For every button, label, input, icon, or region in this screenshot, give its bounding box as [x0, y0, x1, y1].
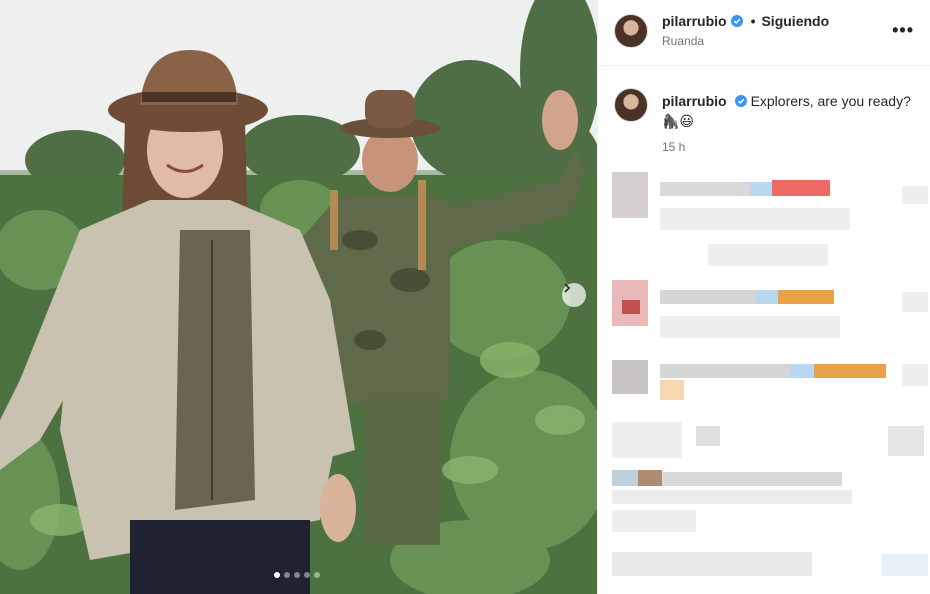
- carousel-dot: [284, 572, 290, 578]
- post-timestamp[interactable]: 15 h: [662, 140, 685, 154]
- carousel-indicator: [274, 572, 320, 578]
- carousel-dot: [294, 572, 300, 578]
- post-location[interactable]: Ruanda: [662, 34, 704, 48]
- header-username[interactable]: pilarrubio: [662, 13, 727, 29]
- post-sidebar: pilarrubio • Siguiendo Ruanda ••• pilarr…: [597, 0, 930, 594]
- carousel-dot-active: [274, 572, 280, 578]
- comment-blurred: [612, 356, 930, 406]
- chevron-right-icon: [564, 283, 571, 293]
- comment-blurred: [612, 470, 930, 540]
- comment-blurred: [612, 422, 930, 462]
- comment-blurred: [612, 280, 930, 340]
- header-user-line: pilarrubio • Siguiendo: [662, 13, 829, 29]
- avatar[interactable]: [614, 14, 648, 48]
- more-options-icon[interactable]: •••: [892, 20, 914, 41]
- caption-avatar[interactable]: [614, 88, 648, 122]
- caption-emojis: 🦍😃: [662, 113, 695, 129]
- next-photo-button[interactable]: [562, 283, 586, 307]
- comment-blurred: [612, 552, 930, 582]
- post-header: pilarrubio • Siguiendo Ruanda •••: [598, 0, 930, 66]
- caption-body: Explorers, are you ready?: [750, 93, 911, 109]
- carousel-dot: [304, 572, 310, 578]
- verified-badge-icon: [734, 95, 747, 107]
- carousel-dot: [314, 572, 320, 578]
- header-separator: •: [750, 13, 756, 29]
- post-photo[interactable]: [0, 0, 597, 594]
- verified-badge-icon: [730, 15, 743, 27]
- comment-blurred: [612, 172, 930, 272]
- photo-scene: [0, 0, 597, 594]
- caption-text-block: pilarrubio Explorers, are you ready? 🦍😃: [662, 91, 922, 131]
- caption-username[interactable]: pilarrubio: [662, 93, 727, 109]
- following-button[interactable]: Siguiendo: [761, 13, 829, 29]
